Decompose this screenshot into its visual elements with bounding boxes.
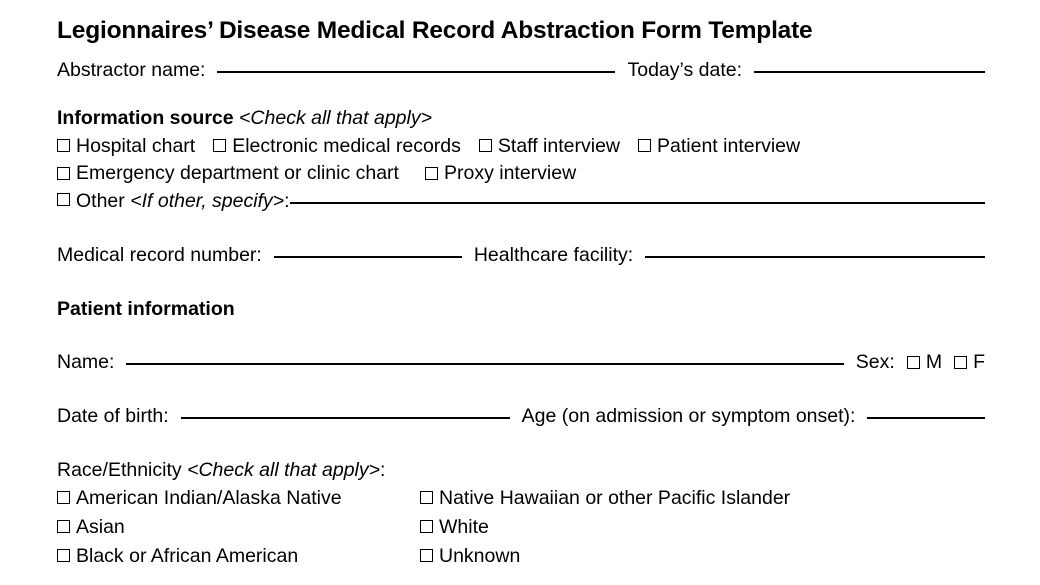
checkbox-patient-interview[interactable]: Patient interview [638,133,800,161]
checkbox-sex-male[interactable]: M [906,349,943,377]
checkbox-label: Hospital chart [76,134,196,157]
list-item[interactable]: Black or African American [57,542,420,571]
name-label: Name: [57,351,115,374]
list-item[interactable]: White [420,513,985,542]
spacer-row [57,216,985,242]
checkbox-icon[interactable] [420,548,433,562]
checkbox-label: F [973,351,985,374]
checkbox-label: Emergency department or clinic chart [76,162,399,185]
checkbox-staff-interview[interactable]: Staff interview [478,133,621,161]
sex-label: Sex: [855,351,895,374]
checkbox-label: Patient interview [657,134,801,157]
checkbox-emergency-department-or-clinic-chart[interactable]: Emergency department or clinic chart [57,160,399,188]
patient-information-heading: Patient information [57,297,235,320]
record-fields-row: Medical record number: Healthcare facili… [57,242,985,270]
list-item[interactable]: Asian [57,513,420,542]
age-label: Age (on admission or symptom onset): [521,404,856,427]
age-input[interactable] [867,416,985,419]
race-ethnicity-colon: : [380,458,386,481]
spacer-row [57,270,985,296]
checkbox-icon[interactable] [420,520,433,534]
checkbox-icon[interactable] [57,548,70,562]
race-ethnicity-instruction: <Check all that apply> [187,458,381,481]
checkbox-icon[interactable] [57,166,70,180]
race-ethnicity-heading: Race/Ethnicity [57,458,182,481]
form-content: Legionnaires’ Disease Medical Record Abs… [0,0,1040,571]
checkbox-icon[interactable] [906,355,920,369]
checkbox-electronic-medical-records[interactable]: Electronic medical records [213,133,461,161]
checkbox-icon[interactable] [213,139,227,153]
spacer-row [57,323,985,349]
race-ethnicity-heading-row: Race/Ethnicity <Check all that apply> : [57,457,985,485]
race-ethnicity-options: American Indian/Alaska Native Asian Blac… [57,484,985,571]
checkbox-label: Native Hawaiian or other Pacific Islande… [439,487,791,510]
medical-record-number-input[interactable] [273,255,462,258]
date-of-birth-input[interactable] [180,416,510,419]
race-ethnicity-right-column: Native Hawaiian or other Pacific Islande… [420,484,985,571]
checkbox-label: White [439,516,489,539]
information-source-heading: Information source [57,107,234,130]
checkbox-label: Staff interview [497,134,621,157]
checkbox-icon[interactable] [57,491,70,505]
checkbox-hospital-chart[interactable]: Hospital chart [57,133,195,161]
checkbox-icon[interactable] [478,139,492,153]
race-ethnicity-left-column: American Indian/Alaska Native Asian Blac… [57,484,420,571]
checkbox-label: Black or African American [76,544,299,567]
name-sex-row: Name: Sex: M F [57,349,985,377]
checkbox-icon[interactable] [638,139,652,153]
checkbox-icon[interactable] [424,166,438,180]
list-item[interactable]: Unknown [420,542,985,571]
checkbox-label: Asian [76,516,125,539]
spacer-row [57,431,985,457]
checkbox-label: Electronic medical records [232,134,461,157]
checkbox-icon[interactable] [420,491,433,505]
form-page: Legionnaires’ Disease Medical Record Abs… [0,0,1040,585]
name-input[interactable] [126,363,844,366]
other-specify-instruction: <If other, specify> [130,190,285,213]
todays-date-label: Today’s date: [627,59,743,82]
spacer-row [57,85,985,105]
healthcare-facility-input[interactable] [645,255,985,258]
abstractor-name-input[interactable] [217,71,616,74]
checkbox-label: American Indian/Alaska Native [76,487,342,510]
checkbox-label-other: Other [76,190,125,213]
abstractor-date-row: Abstractor name: Today’s date: [57,57,985,85]
todays-date-input[interactable] [754,71,985,74]
checkbox-icon[interactable] [57,520,70,534]
checkbox-sex-female[interactable]: F [954,349,985,377]
dob-age-row: Date of birth: Age (on admission or symp… [57,403,985,431]
information-source-row-1: Hospital chart Electronic medical record… [57,133,985,161]
list-item[interactable]: Native Hawaiian or other Pacific Islande… [420,484,985,513]
list-item[interactable]: American Indian/Alaska Native [57,484,420,513]
other-specify-input[interactable] [289,202,985,205]
page-title: Legionnaires’ Disease Medical Record Abs… [57,17,813,44]
information-source-instruction: <Check all that apply> [239,107,432,130]
information-source-row-2: Emergency department or clinic chart Pro… [57,160,985,188]
checkbox-proxy-interview[interactable]: Proxy interview [424,160,577,188]
abstractor-name-label: Abstractor name: [57,59,206,82]
checkbox-icon[interactable] [954,355,968,369]
date-of-birth-label: Date of birth: [57,404,169,427]
checkbox-icon[interactable] [57,193,70,207]
spacer-row [57,377,985,403]
information-source-other-row: Other <If other, specify> : [57,188,985,216]
checkbox-label: Unknown [439,544,521,567]
patient-information-heading-row: Patient information [57,296,985,324]
checkbox-icon[interactable] [57,139,70,153]
checkbox-label: M [925,351,943,374]
medical-record-number-label: Medical record number: [57,243,262,266]
healthcare-facility-label: Healthcare facility: [473,243,634,266]
information-source-heading-row: Information source <Check all that apply… [57,105,985,133]
checkbox-label: Proxy interview [443,162,577,185]
